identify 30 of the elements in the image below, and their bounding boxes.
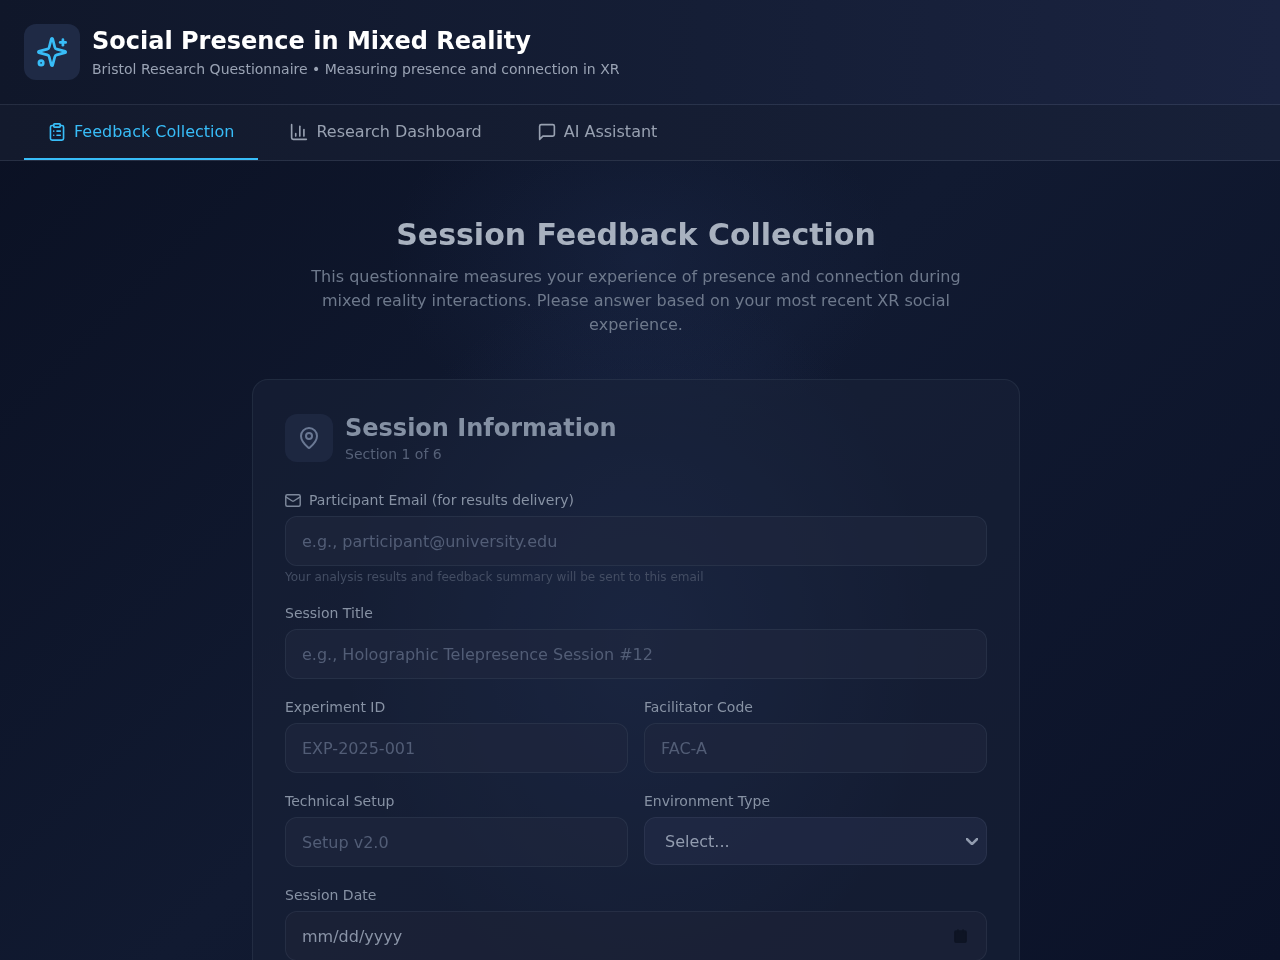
tab[interactable]: Feedback Collection [24,105,259,160]
field-label: Participant Email (for results delivery) [309,491,574,510]
mail-icon [285,493,301,507]
date-field[interactable]: mm/dd/yyyy [285,911,987,960]
chevron-down-icon [966,837,978,845]
email-field[interactable]: e.g., participant@university.edu [285,516,987,566]
field-label: Facilitator Code [644,698,753,717]
select-field[interactable]: Select... [644,817,987,865]
page-heading: Session Feedback Collection [396,217,876,253]
page-intro: This questionnaire measures your experience of presence and connection during mixed reality interactions. Please answer based on your most recent XR social experience. [310,266,962,336]
input-field[interactable]: FAC-A [644,723,987,773]
speech-bubble-icon [537,122,556,141]
field-label: Session Date [285,886,377,905]
input-field[interactable]: EXP-2025-001 [285,723,628,773]
map-pin-icon [285,414,333,462]
field-label: Environment Type [644,792,770,811]
section-counter: Section 1 of 6 [345,445,443,464]
input-field[interactable]: e.g., Holographic Telepresence Session #12 [285,629,987,679]
section-title: Session Information [345,413,617,444]
field-label: Session Title [285,604,373,623]
field-label: Technical Setup [285,792,395,811]
sparkle-icon [24,24,80,80]
input-field[interactable]: Setup v2.0 [285,817,628,867]
field-label: Experiment ID [285,698,386,717]
clipboard-icon [48,122,66,141]
tab[interactable]: Research Dashboard [266,105,506,160]
app-subtitle: Bristol Research Questionnaire • Measuring presence and connection in XR [92,60,620,79]
bar-chart-icon [290,122,309,141]
tab[interactable]: AI Assistant [513,105,682,160]
app-title: Social Presence in Mixed Reality [92,26,532,57]
